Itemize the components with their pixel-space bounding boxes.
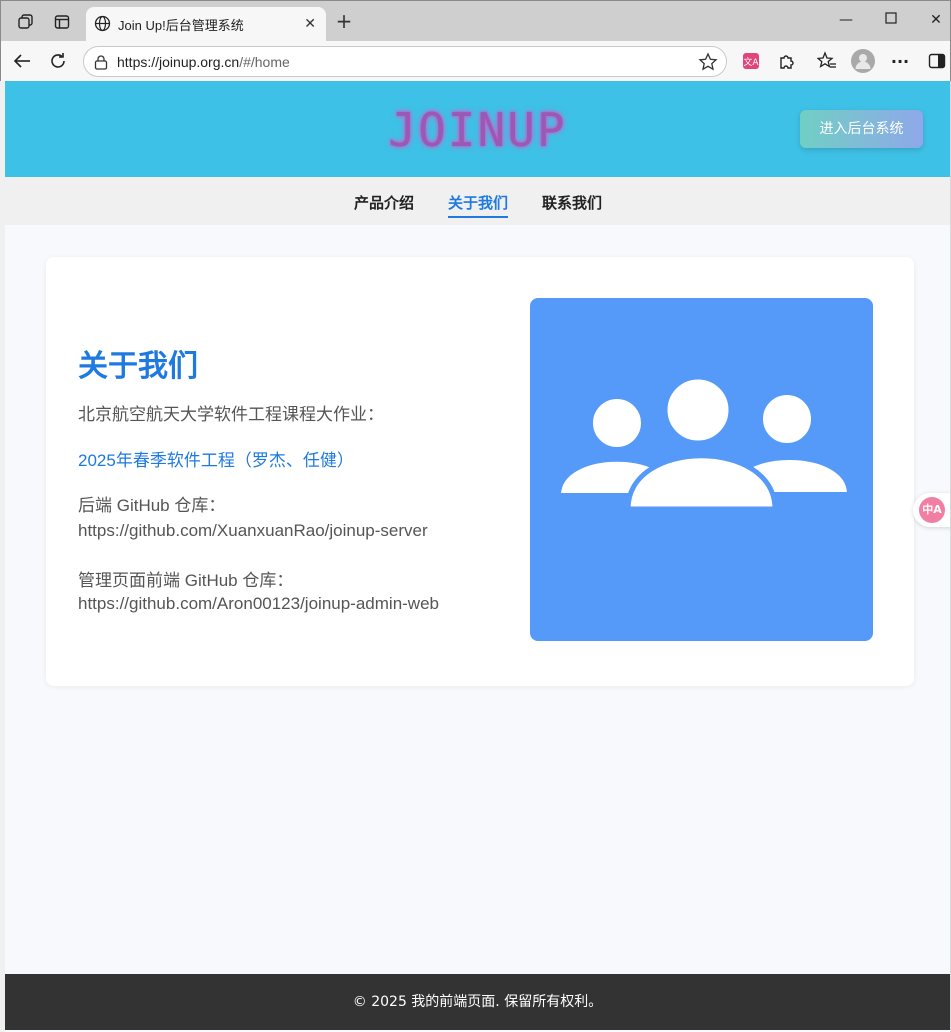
svg-text:文A: 文A xyxy=(743,56,759,68)
profile-avatar[interactable] xyxy=(851,49,875,73)
browser-toolbar: https://joinup.org.cn/#/home 文A ··· xyxy=(0,41,951,81)
site-nav: 产品介绍 关于我们 联系我们 xyxy=(5,177,950,225)
lock-icon[interactable] xyxy=(94,54,108,70)
favorites-icon[interactable] xyxy=(817,51,837,71)
globe-icon xyxy=(94,15,111,32)
translate-float-button[interactable]: 中A xyxy=(913,493,950,527)
nav-item-about[interactable]: 关于我们 xyxy=(448,192,509,218)
more-icon[interactable]: ··· xyxy=(890,51,910,71)
page-viewport: JOINUP 进入后台系统 产品介绍 关于我们 联系我们 关于我们 北京航空航天… xyxy=(0,81,951,1032)
extensions-icon[interactable] xyxy=(777,51,797,71)
translate-extension-icon[interactable]: 文A xyxy=(741,51,761,71)
admin-repo-label: 管理页面前端 GitHub 仓库： xyxy=(78,571,294,590)
browser-tab-bar: Join Up!后台管理系统 ✕ + — ✕ xyxy=(0,0,951,42)
about-card: 关于我们 北京航空航天大学软件工程课程大作业： 2025年春季软件工程（罗杰、任… xyxy=(46,257,914,686)
close-icon[interactable]: ✕ xyxy=(304,16,316,32)
minimize-icon[interactable]: — xyxy=(839,12,853,28)
users-group-icon xyxy=(556,374,852,512)
translate-icon: 中A xyxy=(919,497,945,523)
nav-item-contact[interactable]: 联系我们 xyxy=(542,192,602,213)
new-tab-icon[interactable]: + xyxy=(334,11,354,31)
admin-repo-link[interactable]: https://github.com/Aron00123/joinup-admi… xyxy=(78,594,439,614)
url-text: https://joinup.org.cn/#/home xyxy=(117,54,290,70)
about-image xyxy=(530,298,873,641)
tab-actions-icon[interactable] xyxy=(53,13,71,31)
refresh-icon[interactable] xyxy=(47,50,69,72)
enter-admin-button[interactable]: 进入后台系统 xyxy=(800,110,923,148)
backend-repo-link[interactable]: https://github.com/XuanxuanRao/joinup-se… xyxy=(78,521,428,541)
window-close-icon[interactable]: ✕ xyxy=(929,12,943,28)
backend-repo-label: 后端 GitHub 仓库： xyxy=(78,496,226,515)
workspaces-icon[interactable] xyxy=(17,13,35,31)
site-header: JOINUP 进入后台系统 xyxy=(5,81,950,177)
star-icon[interactable] xyxy=(698,52,718,72)
maximize-icon[interactable] xyxy=(884,12,898,28)
sidebar-icon[interactable] xyxy=(927,51,947,71)
about-intro: 北京航空航天大学软件工程课程大作业： xyxy=(78,405,384,424)
back-icon[interactable] xyxy=(11,50,33,72)
address-bar[interactable]: https://joinup.org.cn/#/home xyxy=(83,46,727,77)
tab-title: Join Up!后台管理系统 xyxy=(118,18,244,33)
nav-item-products[interactable]: 产品介绍 xyxy=(354,192,414,213)
about-course: 2025年春季软件工程（罗杰、任健） xyxy=(78,451,354,470)
browser-tab[interactable]: Join Up!后台管理系统 ✕ xyxy=(86,7,326,42)
about-heading: 关于我们 xyxy=(78,349,198,384)
site-footer: © 2025 我的前端页面. 保留所有权利。 xyxy=(5,974,950,1030)
